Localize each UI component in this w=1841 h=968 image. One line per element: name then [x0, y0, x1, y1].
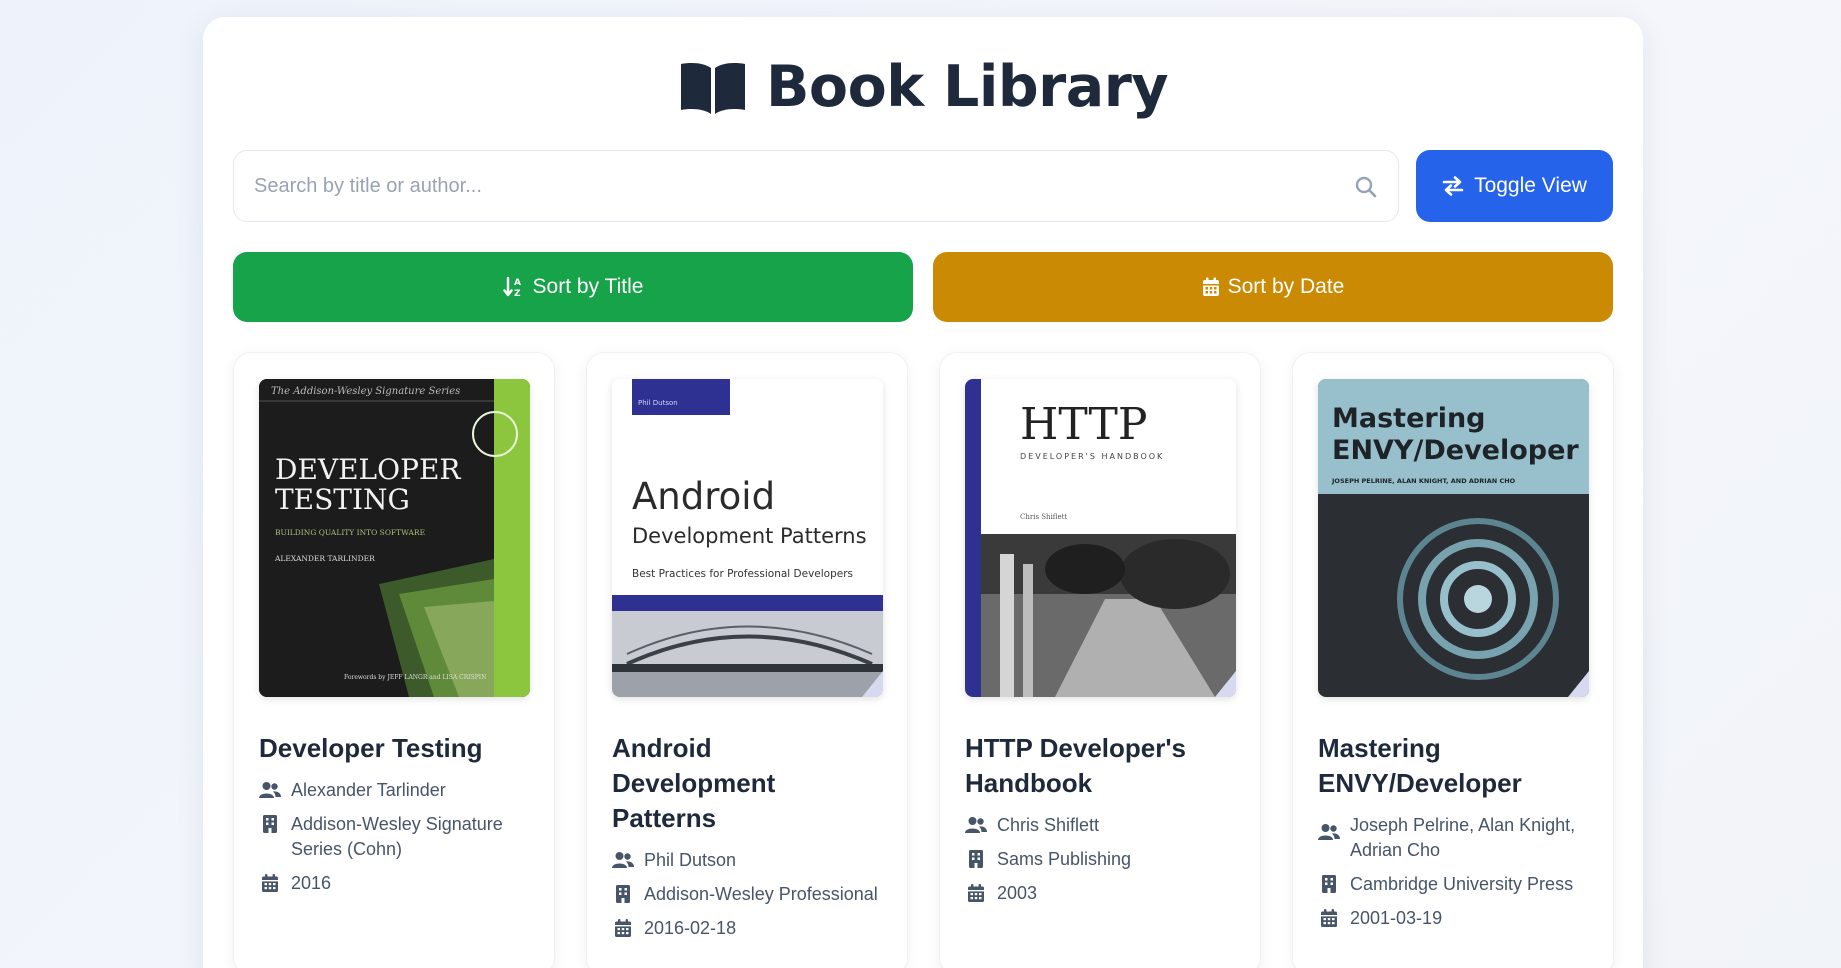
svg-text:Forewords by JEFF LANGR and LI: Forewords by JEFF LANGR and LISA CRISPIN [344, 674, 486, 681]
building-icon [1318, 872, 1340, 893]
book-date: 2016 [259, 871, 529, 896]
page-header: Book Library [203, 59, 1643, 116]
book-authors: Chris Shiflett [965, 813, 1235, 838]
svg-text:Development Patterns: Development Patterns [632, 524, 867, 548]
book-open-icon [680, 62, 745, 114]
users-icon [612, 848, 634, 869]
sort-by-title-label: Sort by Title [532, 275, 644, 298]
book-cover: HTTP DEVELOPER'S HANDBOOK Chris Shiflett [965, 379, 1236, 697]
book-grid: The Addison-Wesley Signature Series DEVE… [233, 352, 1614, 968]
users-icon [259, 778, 281, 799]
users-icon [1318, 813, 1340, 841]
book-title: Mastering ENVY/Developer [1318, 733, 1522, 798]
book-card[interactable]: HTTP DEVELOPER'S HANDBOOK Chris Shiflett… [939, 352, 1261, 968]
book-publisher: Addison-Wesley Signature Series (Cohn) [259, 812, 529, 862]
page-title: Book Library [765, 54, 1169, 120]
book-cover: The Addison-Wesley Signature Series DEVE… [259, 379, 530, 697]
svg-text:Mastering: Mastering [1332, 403, 1486, 434]
svg-text:DEVELOPER'S HANDBOOK: DEVELOPER'S HANDBOOK [1020, 452, 1164, 461]
svg-text:Phil Dutson: Phil Dutson [638, 399, 678, 407]
svg-text:HTTP: HTTP [1020, 399, 1148, 450]
book-meta: Joseph Pelrine, Alan Knight, Adrian Cho … [1318, 813, 1588, 931]
building-icon [965, 847, 987, 868]
book-cover: Mastering ENVY/Developer JOSEPH PELRINE,… [1318, 379, 1589, 697]
svg-text:Best Practices for Professiona: Best Practices for Professional Develope… [632, 568, 853, 580]
book-meta: Chris Shiflett Sams Publishing 2003 [965, 813, 1235, 906]
svg-text:ALEXANDER TARLINDER: ALEXANDER TARLINDER [274, 554, 375, 563]
search-icon [1355, 176, 1377, 198]
svg-text:JOSEPH PELRINE, ALAN KNIGHT, A: JOSEPH PELRINE, ALAN KNIGHT, AND ADRIAN … [1331, 477, 1516, 485]
users-icon [965, 813, 987, 834]
sort-by-title-button[interactable]: A Z Sort by Title [233, 252, 913, 322]
building-icon [259, 812, 281, 833]
book-card[interactable]: Mastering ENVY/Developer JOSEPH PELRINE,… [1292, 352, 1614, 968]
book-title: HTTP Developer's Handbook [965, 733, 1186, 798]
sort-by-date-button[interactable]: Sort by Date [933, 252, 1613, 322]
svg-text:Chris Shiflett: Chris Shiflett [1020, 513, 1067, 521]
sort-alpha-icon: A Z [502, 276, 521, 298]
book-meta: Phil Dutson Addison-Wesley Professional … [612, 848, 882, 941]
book-cover: Phil Dutson Android Development Patterns… [612, 379, 883, 697]
svg-text:The Addison-Wesley Signature S: The Addison-Wesley Signature Series [271, 386, 460, 397]
search-input[interactable] [234, 151, 1398, 221]
svg-text:A: A [514, 278, 521, 288]
calendar-icon [965, 881, 987, 902]
search-box [233, 150, 1399, 222]
toggle-view-label: Toggle View [1474, 174, 1587, 197]
svg-text:Z: Z [514, 289, 521, 298]
book-date: 2001-03-19 [1318, 906, 1588, 931]
svg-text:TESTING: TESTING [275, 483, 410, 516]
svg-text:Android: Android [632, 475, 775, 518]
calendar-icon [612, 916, 634, 937]
book-publisher: Addison-Wesley Professional [612, 882, 882, 907]
svg-text:DEVELOPER: DEVELOPER [275, 453, 461, 486]
book-publisher: Sams Publishing [965, 847, 1235, 872]
svg-text:ENVY/Developer: ENVY/Developer [1332, 435, 1579, 466]
calendar-icon [1202, 277, 1219, 296]
book-meta: Alexander Tarlinder Addison-Wesley Signa… [259, 778, 529, 896]
book-title: Developer Testing [259, 733, 483, 763]
book-date: 2003 [965, 881, 1235, 906]
book-title: Android Development Patterns [612, 733, 776, 833]
toggle-view-button[interactable]: Toggle View [1416, 150, 1613, 222]
book-date: 2016-02-18 [612, 916, 882, 941]
building-icon [612, 882, 634, 903]
book-authors: Phil Dutson [612, 848, 882, 873]
calendar-icon [1318, 906, 1340, 927]
swap-arrows-icon [1442, 176, 1464, 196]
book-card[interactable]: Phil Dutson Android Development Patterns… [586, 352, 908, 968]
library-panel: Book Library Toggle View A Z Sort by Tit… [203, 17, 1643, 968]
sort-by-date-label: Sort by Date [1227, 275, 1345, 298]
calendar-icon [259, 871, 281, 892]
book-publisher: Cambridge University Press [1318, 872, 1588, 897]
svg-text:BUILDING QUALITY INTO SOFTWARE: BUILDING QUALITY INTO SOFTWARE [275, 528, 425, 537]
book-card[interactable]: The Addison-Wesley Signature Series DEVE… [233, 352, 555, 968]
book-authors: Alexander Tarlinder [259, 778, 529, 803]
book-authors: Joseph Pelrine, Alan Knight, Adrian Cho [1318, 813, 1588, 863]
